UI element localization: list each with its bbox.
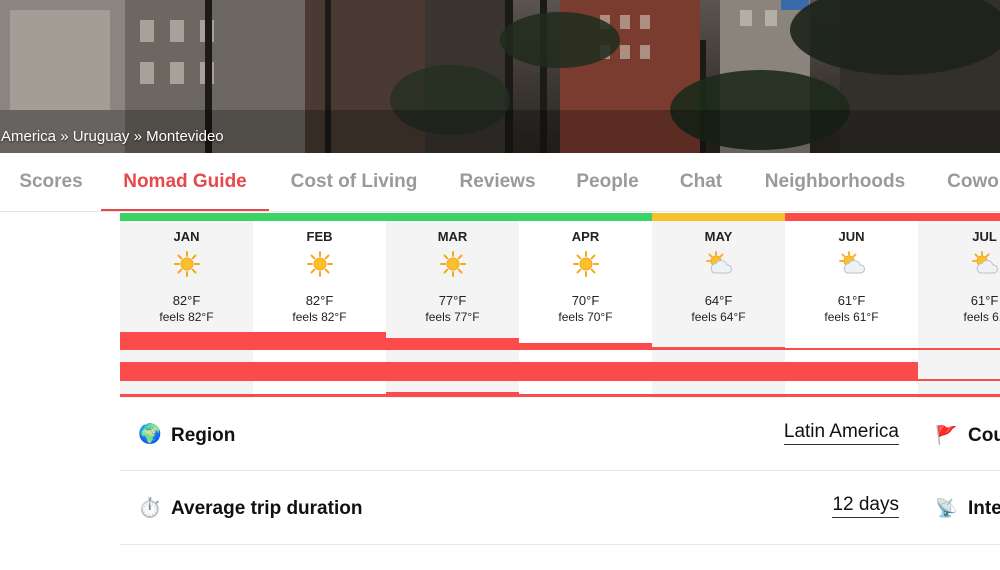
tab-scores[interactable]: Scores [8,153,94,211]
climate-calendar: JAN 82°F feels 82°F FEB 82°F feels 82°F MAR 77°… [120,213,1000,398]
temperature: 82°F [305,293,334,308]
month-column[interactable]: JUL 61°F feels 61 [918,213,1000,398]
satellite-dish-icon: 📡 [935,498,958,518]
humidity-bar [918,379,1000,381]
breadcrumb-city[interactable]: Montevideo [146,128,224,145]
breadcrumb-separator: » [133,128,142,145]
region-label: Region [171,425,236,446]
red-flag-icon: 🚩 [935,425,958,445]
breadcrumb-country[interactable]: Uruguay [73,128,130,145]
month-name: MAR [437,229,468,244]
humidity-bar [386,362,519,381]
month-name: JUN [838,229,865,244]
temperature: 61°F [837,293,866,308]
temperature: 61°F [970,293,999,308]
month-column[interactable]: JUN 61°F feels 61°F [785,213,918,398]
tab-cost-of-living[interactable]: Cost of Living [278,153,430,211]
rain-bar [253,332,386,350]
tab-neighborhoods[interactable]: Neighborhoods [753,153,917,211]
rain-bar [918,348,1000,350]
sun-icon [120,251,253,282]
month-name: JAN [173,229,200,244]
trip-duration-value-link[interactable]: 12 days [832,494,899,518]
humidity-bar [652,362,785,381]
temperature: 64°F [704,293,733,308]
rain-bar [652,347,785,350]
partly-cloudy-icon [785,251,918,282]
humidity-bar [120,362,253,381]
month-column[interactable]: APR 70°F feels 70°F [519,213,652,398]
region-value-link[interactable]: Latin America [783,421,899,445]
partly-cloudy-icon [652,251,785,282]
climate-rating-bar [652,213,785,221]
tab-nomad-guide[interactable]: Nomad Guide [101,153,269,211]
wind-bar [120,394,253,397]
climate-rating-bar [785,213,918,221]
feels-like-temperature: feels 82°F [292,310,347,324]
breadcrumb: America » Uruguay » Montevideo [1,128,224,145]
humidity-bar [519,362,652,381]
rain-bar [386,338,519,350]
breadcrumb-region[interactable]: America [1,128,56,145]
month-name: APR [571,229,600,244]
month-column[interactable]: JAN 82°F feels 82°F [120,213,253,398]
tab-chat[interactable]: Chat [670,153,732,211]
tab-people[interactable]: People [566,153,649,211]
climate-rating-bar [918,213,1000,221]
climate-rating-bar [386,213,519,221]
wind-bar [519,394,652,397]
breadcrumb-separator: » [60,128,69,145]
globe-icon: 🌍 [138,424,162,445]
month-name: FEB [306,229,333,244]
feels-like-temperature: feels 61 [963,310,1000,324]
month-name: MAY [704,229,733,244]
trip-duration-label: Average trip duration [171,498,363,519]
active-tab-indicator [101,209,269,211]
country-label: Cou [968,425,1000,446]
humidity-bar [785,362,918,381]
month-column[interactable]: MAR 77°F feels 77°F [386,213,519,398]
rain-bar [519,343,652,350]
stopwatch-icon: ⏱️ [138,498,162,519]
climate-rating-bar [253,213,386,221]
wind-bar [253,394,386,397]
feels-like-temperature: feels 77°F [425,310,480,324]
wind-bar [918,394,1000,397]
wind-bar [785,394,918,397]
month-name: JUL [972,229,997,244]
tab-reviews[interactable]: Reviews [448,153,547,211]
feels-like-temperature: feels 82°F [159,310,214,324]
sun-icon [386,251,519,282]
internet-label: Inte [968,498,1000,519]
humidity-bar [253,362,386,381]
feels-like-temperature: feels 64°F [691,310,746,324]
sun-icon [519,251,652,282]
tab-bar: Scores Nomad Guide Cost of Living Review… [0,153,1000,212]
tab-coworking[interactable]: Cowo [938,153,1000,211]
info-row-trip-duration: ⏱️ Average trip duration 12 days 📡 Inte [120,471,1000,545]
hero-banner: America » Uruguay » Montevideo [0,0,1000,153]
climate-rating-bar [120,213,253,221]
temperature: 70°F [571,293,600,308]
rain-bar [785,348,918,350]
temperature: 77°F [438,293,467,308]
sun-icon [253,251,386,282]
partly-cloudy-icon [918,251,1000,282]
wind-bar [652,394,785,397]
month-column[interactable]: MAY 64°F feels 64°F [652,213,785,398]
feels-like-temperature: feels 70°F [558,310,613,324]
climate-rating-bar [519,213,652,221]
month-column[interactable]: FEB 82°F feels 82°F [253,213,386,398]
rain-bar [120,332,253,350]
feels-like-temperature: feels 61°F [824,310,879,324]
wind-bar [386,392,519,397]
temperature: 82°F [172,293,201,308]
info-row-region: 🌍 Region Latin America 🚩 Cou [120,398,1000,471]
